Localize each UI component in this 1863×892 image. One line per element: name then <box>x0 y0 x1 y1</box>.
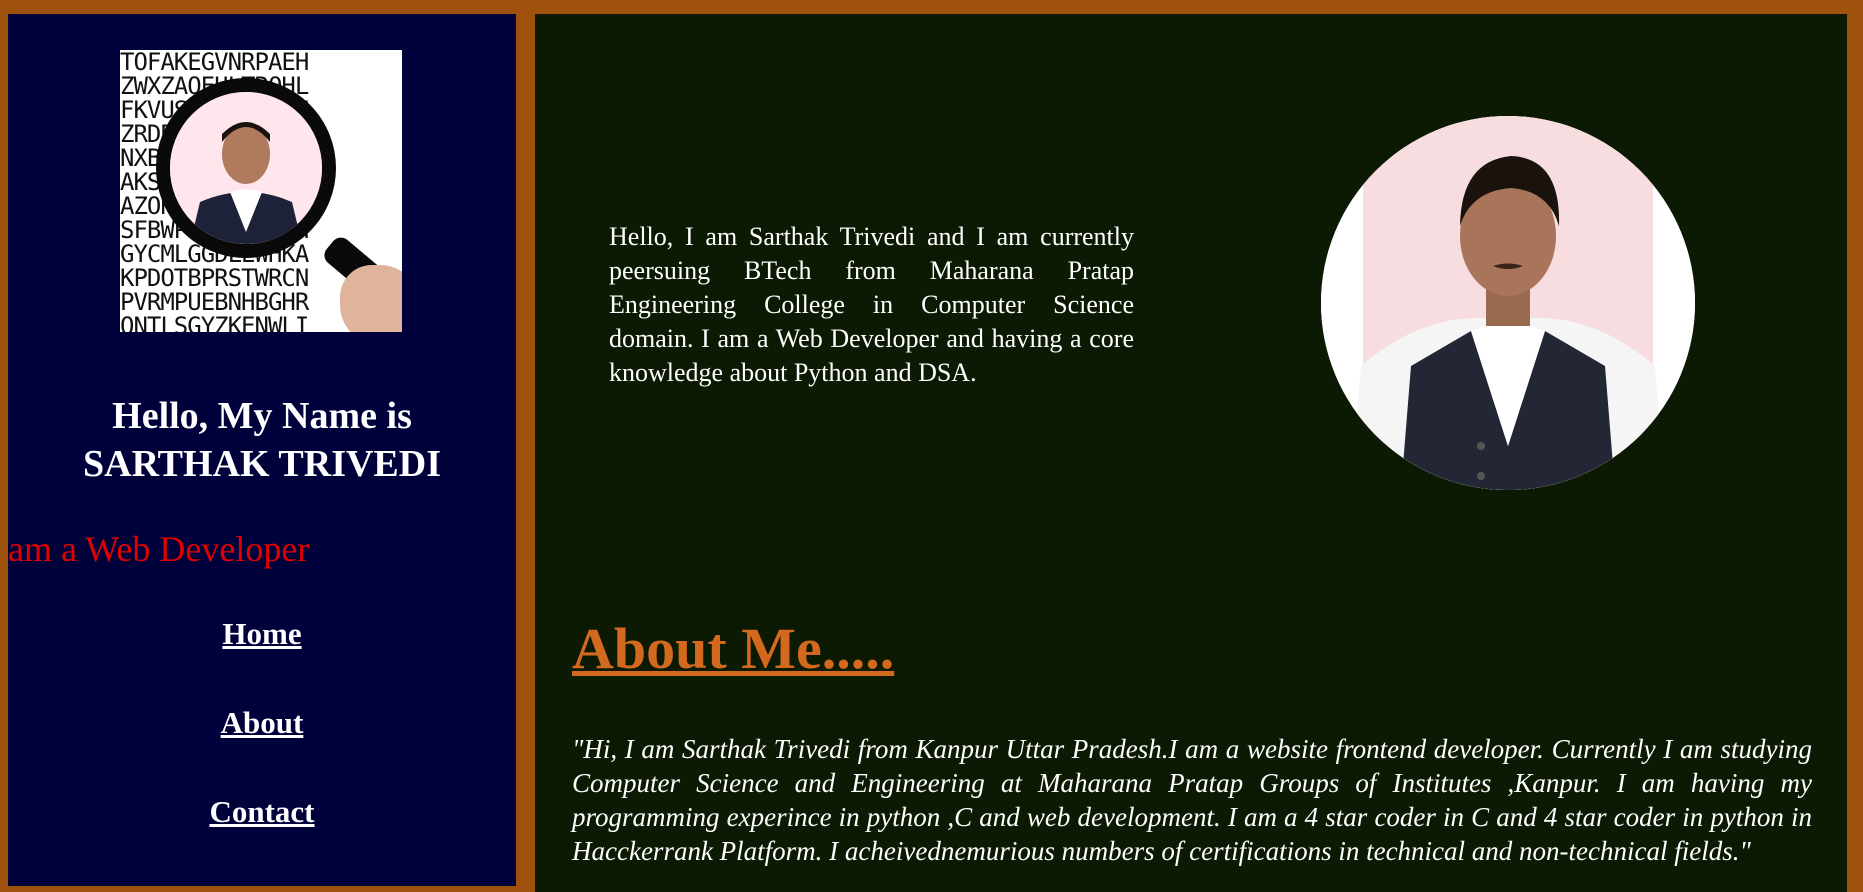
sidebar: TOFAKEGVNRPAEH ZWXZAOEULTROHL FKVUSNGSPT… <box>8 14 516 886</box>
intro-text: Hello, I am Sarthak Trivedi and I am cur… <box>609 222 1134 387</box>
main-content: Hello, I am Sarthak Trivedi and I am cur… <box>535 14 1847 892</box>
magnifier-lens <box>156 78 336 258</box>
profile-photo <box>1321 116 1695 490</box>
logo-image: TOFAKEGVNRPAEH ZWXZAOEULTROHL FKVUSNGSPT… <box>120 50 402 332</box>
person-avatar <box>170 92 322 244</box>
title-line-2: SARTHAK TRIVEDI <box>83 443 441 485</box>
about-heading: About Me..... <box>572 616 895 681</box>
nav-link-contact[interactable]: Contact <box>8 794 516 830</box>
about-text: "Hi, I am Sarthak Trivedi from Kanpur Ut… <box>572 734 1812 866</box>
sidebar-title: Hello, My Name is SARTHAK TRIVEDI <box>8 392 516 488</box>
typing-text: am a Web Developer <box>8 529 310 569</box>
profile-photo-image <box>1321 116 1695 490</box>
nav-link-about[interactable]: About <box>8 705 516 741</box>
hand-image <box>340 265 402 332</box>
title-line-1: Hello, My Name is <box>112 395 412 437</box>
nav-link-home[interactable]: Home <box>8 616 516 652</box>
